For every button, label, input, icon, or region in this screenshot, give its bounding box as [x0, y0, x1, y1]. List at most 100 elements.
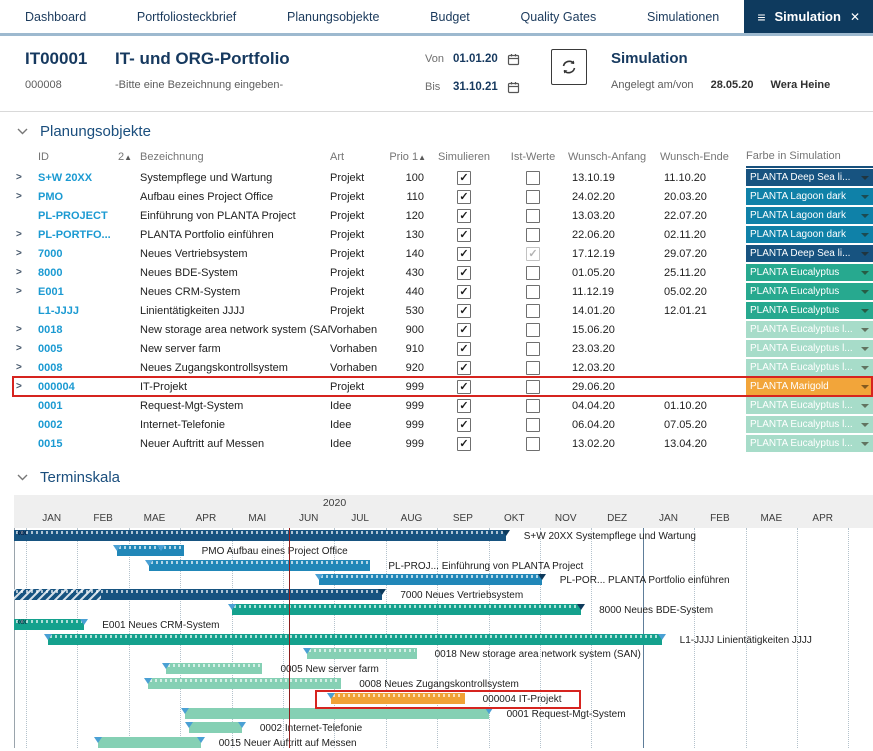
farbe-dropdown[interactable]: PLANTA Eucalyptus l...: [746, 416, 873, 433]
col-header-id[interactable]: ID: [38, 151, 118, 163]
ist-werte-checkbox[interactable]: [526, 437, 540, 451]
col-header-ist-werte[interactable]: Ist-Werte: [502, 151, 564, 163]
ist-werte-checkbox[interactable]: [526, 418, 540, 432]
row-id-link[interactable]: 8000: [38, 267, 118, 279]
gantt-bar[interactable]: [307, 648, 417, 659]
calendar-icon[interactable]: [507, 81, 520, 94]
ist-werte-checkbox[interactable]: [526, 380, 540, 394]
row-id-link[interactable]: 0002: [38, 419, 118, 431]
row-expander-icon[interactable]: >: [14, 381, 38, 392]
ist-werte-checkbox[interactable]: [526, 323, 540, 337]
tab-simulation-active[interactable]: ≡ Simulation ✕: [744, 0, 873, 33]
row-expander-icon[interactable]: >: [14, 229, 38, 240]
gantt-bar[interactable]: ««: [14, 619, 84, 630]
row-id-link[interactable]: PMO: [38, 191, 118, 203]
gantt-bar[interactable]: [319, 574, 542, 585]
simulieren-checkbox[interactable]: ✓: [457, 171, 471, 185]
gantt-bar[interactable]: [166, 663, 262, 674]
gantt-bar[interactable]: [149, 560, 370, 571]
row-id-link[interactable]: 000004: [38, 381, 118, 393]
close-tab-icon[interactable]: ✕: [850, 10, 860, 24]
farbe-dropdown[interactable]: PLANTA Marigold: [746, 378, 873, 395]
col-header-wunsch-anfang[interactable]: Wunsch-Anfang: [564, 151, 656, 163]
row-id-link[interactable]: L1-JJJJ: [38, 305, 118, 317]
simulieren-checkbox[interactable]: ✓: [457, 285, 471, 299]
page-subtitle[interactable]: -Bitte eine Bezeichnung eingeben-: [115, 79, 425, 91]
ist-werte-checkbox[interactable]: [526, 361, 540, 375]
col-header-art[interactable]: Art: [330, 151, 392, 163]
farbe-dropdown[interactable]: PLANTA Eucalyptus l...: [746, 321, 873, 338]
row-id-link[interactable]: 0001: [38, 400, 118, 412]
von-date-field[interactable]: 01.01.20: [453, 53, 507, 65]
col-header-sort2[interactable]: 2▲: [118, 151, 140, 163]
row-expander-icon[interactable]: >: [14, 172, 38, 183]
col-header-prio[interactable]: Prio 1▲: [389, 151, 426, 163]
ist-werte-checkbox[interactable]: [526, 190, 540, 204]
farbe-dropdown[interactable]: PLANTA Eucalyptus l...: [746, 340, 873, 357]
ist-werte-checkbox[interactable]: [526, 171, 540, 185]
gantt-bar[interactable]: [185, 708, 488, 719]
gantt-bar[interactable]: [148, 678, 342, 689]
farbe-dropdown[interactable]: PLANTA Eucalyptus l...: [746, 435, 873, 452]
row-id-link[interactable]: 0015: [38, 438, 118, 450]
ist-werte-checkbox[interactable]: [526, 228, 540, 242]
nav-tab-quality-gates[interactable]: Quality Gates: [521, 10, 597, 24]
hamburger-menu-icon[interactable]: ≡: [757, 9, 765, 25]
ist-werte-checkbox[interactable]: [526, 342, 540, 356]
row-expander-icon[interactable]: >: [14, 191, 38, 202]
farbe-dropdown[interactable]: PLANTA Lagoon dark: [746, 188, 873, 205]
farbe-dropdown[interactable]: PLANTA Eucalyptus: [746, 302, 873, 319]
row-id-link[interactable]: 0018: [38, 324, 118, 336]
simulieren-checkbox[interactable]: ✓: [457, 228, 471, 242]
gantt-bar[interactable]: [14, 589, 382, 600]
ist-werte-checkbox[interactable]: [526, 209, 540, 223]
row-expander-icon[interactable]: >: [14, 267, 38, 278]
col-header-wunsch-ende[interactable]: Wunsch-Ende: [656, 151, 746, 163]
nav-tab-simulationen[interactable]: Simulationen: [647, 10, 719, 24]
ist-werte-checkbox[interactable]: [526, 266, 540, 280]
nav-tab-planungsobjekte[interactable]: Planungsobjekte: [287, 10, 379, 24]
gantt-bar[interactable]: [117, 545, 184, 556]
refresh-button[interactable]: [551, 49, 587, 85]
ist-werte-checkbox[interactable]: [526, 285, 540, 299]
simulieren-checkbox[interactable]: ✓: [457, 190, 471, 204]
simulieren-checkbox[interactable]: ✓: [457, 361, 471, 375]
gantt-bar[interactable]: [189, 722, 242, 733]
farbe-dropdown[interactable]: PLANTA Eucalyptus: [746, 264, 873, 281]
ist-werte-checkbox[interactable]: [526, 304, 540, 318]
row-expander-icon[interactable]: >: [14, 324, 38, 335]
simulieren-checkbox[interactable]: ✓: [457, 342, 471, 356]
nav-tab-dashboard[interactable]: Dashboard: [25, 10, 86, 24]
collapse-chevron-icon[interactable]: [17, 474, 28, 481]
col-header-bezeichnung[interactable]: Bezeichnung: [140, 151, 330, 163]
row-expander-icon[interactable]: >: [14, 362, 38, 373]
farbe-dropdown[interactable]: PLANTA Lagoon dark: [746, 207, 873, 224]
bis-date-field[interactable]: 31.10.21: [453, 81, 507, 93]
simulieren-checkbox[interactable]: ✓: [457, 418, 471, 432]
gantt-bar[interactable]: [232, 604, 582, 615]
simulieren-checkbox[interactable]: ✓: [457, 247, 471, 261]
row-expander-icon[interactable]: >: [14, 286, 38, 297]
row-id-link[interactable]: S+W 20XX: [38, 172, 118, 184]
ist-werte-checkbox[interactable]: [526, 399, 540, 413]
gantt-bar[interactable]: [331, 693, 465, 704]
simulieren-checkbox[interactable]: ✓: [457, 399, 471, 413]
row-expander-icon[interactable]: >: [14, 248, 38, 259]
row-expander-icon[interactable]: >: [14, 343, 38, 354]
col-header-farbe[interactable]: Farbe in Simulation: [746, 146, 873, 168]
col-header-simulieren[interactable]: Simulieren: [426, 151, 502, 163]
farbe-dropdown[interactable]: PLANTA Deep Sea li...: [746, 169, 873, 186]
collapse-chevron-icon[interactable]: [17, 128, 28, 135]
simulieren-checkbox[interactable]: ✓: [457, 437, 471, 451]
row-id-link[interactable]: 0008: [38, 362, 118, 374]
simulieren-checkbox[interactable]: ✓: [457, 209, 471, 223]
simulieren-checkbox[interactable]: ✓: [457, 266, 471, 280]
farbe-dropdown[interactable]: PLANTA Lagoon dark: [746, 226, 873, 243]
row-id-link[interactable]: 0005: [38, 343, 118, 355]
calendar-icon[interactable]: [507, 53, 520, 66]
row-id-link[interactable]: PL-PORTFO...: [38, 229, 118, 241]
row-id-link[interactable]: E001: [38, 286, 118, 298]
simulieren-checkbox[interactable]: ✓: [457, 380, 471, 394]
nav-tab-portfoliosteckbrief[interactable]: Portfoliosteckbrief: [137, 10, 236, 24]
farbe-dropdown[interactable]: PLANTA Eucalyptus: [746, 283, 873, 300]
